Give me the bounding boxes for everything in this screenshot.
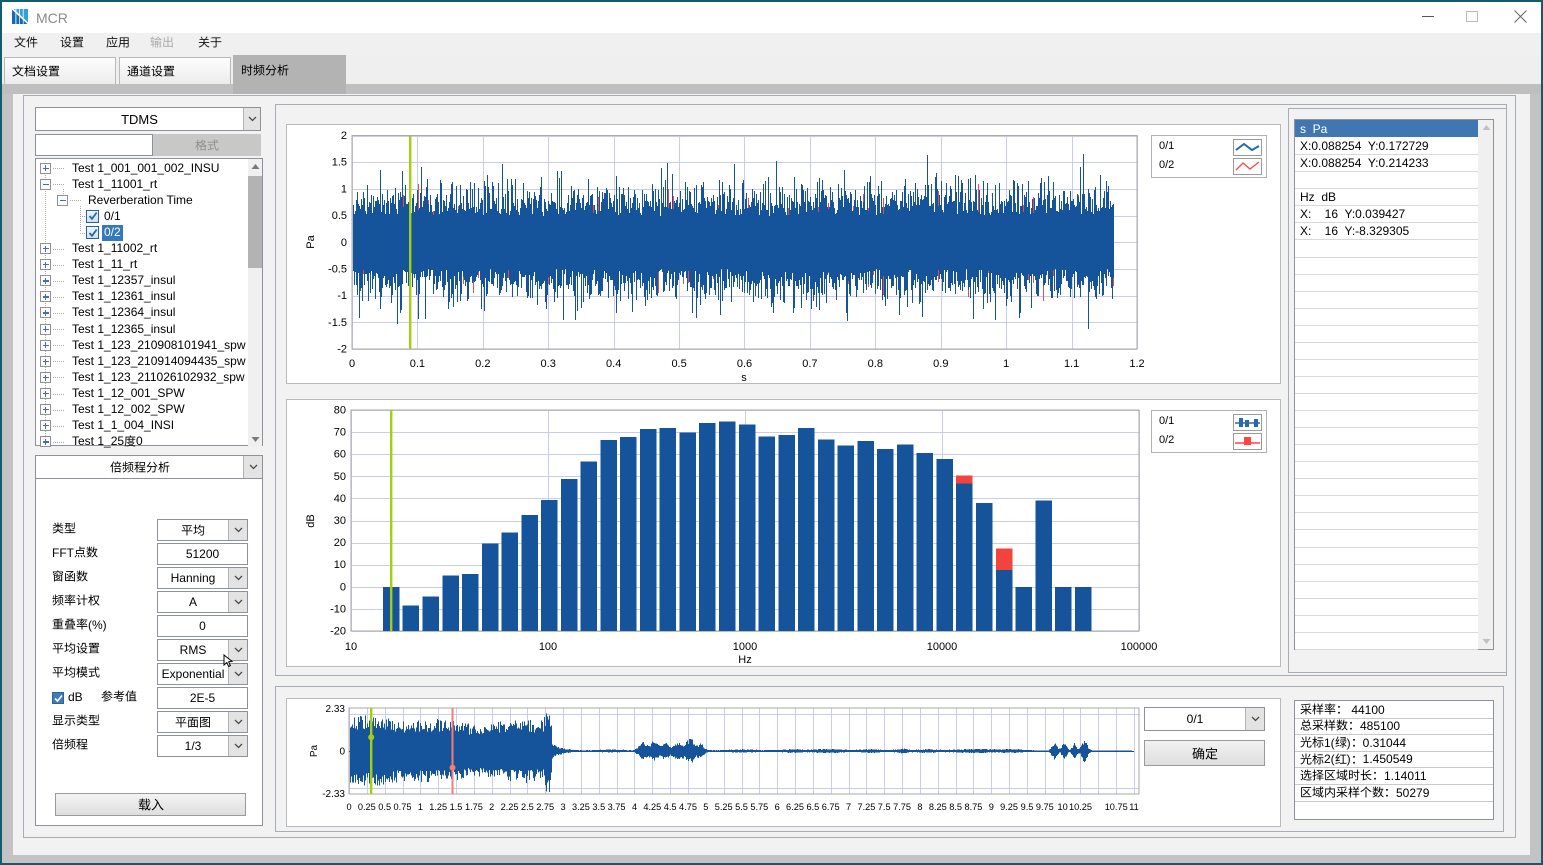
svg-text:-1: -1 — [337, 290, 347, 302]
svg-text:0.5: 0.5 — [378, 802, 391, 812]
svg-text:0: 0 — [346, 802, 351, 812]
svg-text:-0.5: -0.5 — [328, 263, 347, 275]
svg-text:8.5: 8.5 — [949, 802, 962, 812]
svg-text:50: 50 — [334, 471, 346, 483]
svg-text:1: 1 — [418, 802, 423, 812]
svg-text:0: 0 — [341, 237, 347, 249]
svg-text:1.25: 1.25 — [429, 802, 447, 812]
svg-text:2: 2 — [341, 130, 347, 142]
svg-text:-1.5: -1.5 — [328, 317, 347, 329]
svg-text:-2: -2 — [337, 344, 347, 356]
svg-text:10.25: 10.25 — [1069, 802, 1092, 812]
svg-text:6.5: 6.5 — [807, 802, 820, 812]
svg-text:10: 10 — [1057, 802, 1067, 812]
svg-text:9.5: 9.5 — [1021, 802, 1034, 812]
svg-text:7.5: 7.5 — [878, 802, 891, 812]
svg-text:10: 10 — [334, 559, 346, 571]
svg-text:40: 40 — [334, 493, 346, 505]
svg-text:1.5: 1.5 — [332, 157, 347, 169]
svg-text:6: 6 — [775, 802, 780, 812]
svg-text:0: 0 — [340, 581, 346, 593]
svg-text:1: 1 — [341, 183, 347, 195]
svg-text:0.1: 0.1 — [410, 358, 425, 370]
svg-text:5.5: 5.5 — [735, 802, 748, 812]
svg-text:-2.33: -2.33 — [322, 789, 345, 800]
svg-text:1.1: 1.1 — [1064, 358, 1079, 370]
svg-text:2: 2 — [489, 802, 494, 812]
svg-text:0.8: 0.8 — [868, 358, 883, 370]
svg-text:Pa: Pa — [309, 744, 320, 757]
svg-text:4: 4 — [632, 802, 637, 812]
svg-text:7: 7 — [846, 802, 851, 812]
svg-text:2.5: 2.5 — [521, 802, 534, 812]
svg-text:7.25: 7.25 — [857, 802, 875, 812]
svg-text:1.75: 1.75 — [465, 802, 483, 812]
svg-text:Hz: Hz — [738, 654, 751, 666]
svg-text:8.75: 8.75 — [964, 802, 982, 812]
svg-text:100: 100 — [539, 641, 557, 653]
svg-text:0.5: 0.5 — [671, 358, 686, 370]
svg-text:60: 60 — [334, 449, 346, 461]
svg-text:3.5: 3.5 — [592, 802, 605, 812]
svg-text:1.5: 1.5 — [450, 802, 463, 812]
svg-text:2.33: 2.33 — [326, 704, 346, 715]
svg-text:5.75: 5.75 — [750, 802, 768, 812]
svg-text:8: 8 — [917, 802, 922, 812]
svg-text:9: 9 — [989, 802, 994, 812]
svg-text:3.25: 3.25 — [572, 802, 590, 812]
svg-text:10: 10 — [345, 641, 357, 653]
svg-text:70: 70 — [334, 427, 346, 439]
svg-text:9.75: 9.75 — [1036, 802, 1054, 812]
svg-text:10.75: 10.75 — [1105, 802, 1128, 812]
svg-text:8.25: 8.25 — [929, 802, 947, 812]
svg-text:5: 5 — [703, 802, 708, 812]
svg-text:Pa: Pa — [305, 234, 317, 248]
svg-text:0.9: 0.9 — [933, 358, 948, 370]
svg-text:0: 0 — [349, 358, 355, 370]
svg-text:20: 20 — [334, 537, 346, 549]
svg-text:9.25: 9.25 — [1000, 802, 1018, 812]
svg-text:0: 0 — [339, 747, 345, 758]
svg-text:0.5: 0.5 — [332, 210, 347, 222]
svg-text:dB: dB — [305, 514, 317, 527]
svg-text:-10: -10 — [330, 603, 346, 615]
svg-text:0.4: 0.4 — [606, 358, 621, 370]
svg-text:5.25: 5.25 — [715, 802, 733, 812]
svg-text:10000: 10000 — [927, 641, 958, 653]
svg-text:3.75: 3.75 — [608, 802, 626, 812]
svg-text:-20: -20 — [330, 626, 346, 638]
svg-text:7.75: 7.75 — [893, 802, 911, 812]
svg-text:80: 80 — [334, 405, 346, 417]
svg-text:0.2: 0.2 — [475, 358, 490, 370]
svg-text:2.25: 2.25 — [501, 802, 519, 812]
svg-text:4.25: 4.25 — [643, 802, 661, 812]
svg-text:3: 3 — [561, 802, 566, 812]
svg-text:1: 1 — [1003, 358, 1009, 370]
svg-text:6.25: 6.25 — [786, 802, 804, 812]
svg-text:11: 11 — [1129, 802, 1139, 812]
svg-text:2.75: 2.75 — [536, 802, 554, 812]
svg-text:0.3: 0.3 — [541, 358, 556, 370]
svg-text:0.6: 0.6 — [737, 358, 752, 370]
svg-text:1000: 1000 — [733, 641, 757, 653]
svg-text:4.75: 4.75 — [679, 802, 697, 812]
svg-text:4.5: 4.5 — [664, 802, 677, 812]
svg-text:30: 30 — [334, 515, 346, 527]
svg-text:0.75: 0.75 — [394, 802, 412, 812]
svg-text:0.7: 0.7 — [802, 358, 817, 370]
svg-text:0.25: 0.25 — [358, 802, 376, 812]
svg-text:6.75: 6.75 — [822, 802, 840, 812]
svg-text:1.2: 1.2 — [1129, 358, 1144, 370]
svg-text:s: s — [741, 372, 747, 384]
svg-text:100000: 100000 — [1121, 641, 1158, 653]
